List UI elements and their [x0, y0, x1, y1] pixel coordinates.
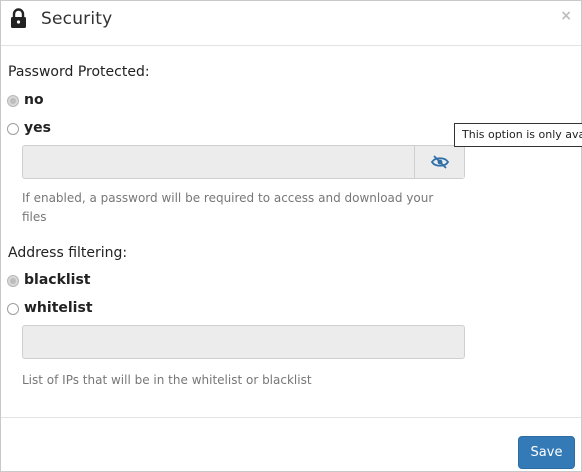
dialog-header: Security × [1, 1, 581, 46]
radio-label-no: no [24, 92, 44, 108]
password-section-label: Password Protected: [8, 64, 150, 80]
eye-slash-icon [430, 155, 449, 169]
security-dialog: Security × Password Protected: no yes If… [0, 0, 582, 472]
password-input[interactable] [22, 145, 465, 179]
radio-no[interactable] [7, 95, 19, 107]
dialog-title: Security [41, 9, 113, 29]
save-button[interactable]: Save [518, 436, 575, 469]
radio-yes[interactable] [7, 123, 19, 135]
dialog-footer: Save [1, 417, 581, 471]
lock-icon [11, 8, 26, 28]
address-help-text: List of IPs that will be in the whitelis… [22, 373, 312, 387]
password-help-text: If enabled, a password will be required … [22, 191, 434, 224]
radio-label-blacklist: blacklist [24, 272, 91, 288]
tooltip: This option is only available [454, 123, 582, 147]
radio-label-whitelist: whitelist [24, 300, 93, 316]
radio-blacklist[interactable] [7, 275, 19, 287]
password-visibility-toggle[interactable] [414, 146, 464, 178]
close-button[interactable]: × [560, 8, 572, 24]
address-list-input[interactable] [22, 325, 465, 359]
radio-whitelist[interactable] [7, 303, 19, 315]
radio-label-yes: yes [24, 120, 51, 136]
address-section-label: Address filtering: [8, 245, 128, 261]
